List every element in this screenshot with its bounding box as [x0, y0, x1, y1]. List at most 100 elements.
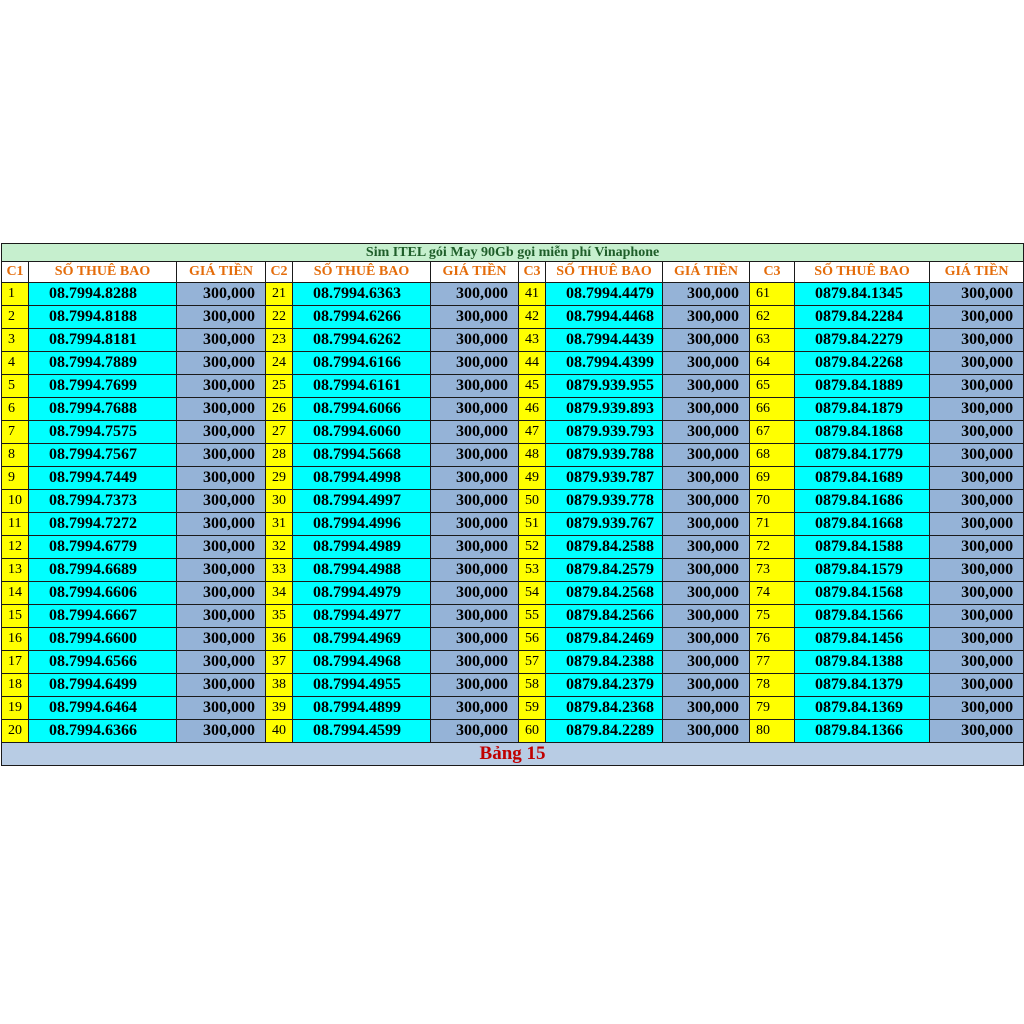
table-row: 9 08.7994.7449 300,000 29 08.7994.4998 300,00… — [1, 466, 1024, 490]
price-cell: 300,000 — [176, 282, 266, 306]
row-index: 20 — [1, 719, 29, 743]
phone-number: 08.7994.4899 — [292, 696, 431, 720]
row-index: 54 — [518, 581, 546, 605]
price-cell: 300,000 — [430, 581, 519, 605]
phone-number: 0879.84.2566 — [545, 604, 663, 628]
row-index: 18 — [1, 673, 29, 697]
price-cell: 300,000 — [662, 328, 750, 352]
row-index: 4 — [1, 351, 29, 375]
row-index: 48 — [518, 443, 546, 467]
row-index: 15 — [1, 604, 29, 628]
price-cell: 300,000 — [430, 558, 519, 582]
row-index: 52 — [518, 535, 546, 559]
price-cell: 300,000 — [430, 466, 519, 490]
footer-row: Bảng 15 — [0, 742, 1024, 766]
price-cell: 300,000 — [430, 351, 519, 375]
row-index: 79 — [749, 696, 795, 720]
price-cell: 300,000 — [928, 627, 1024, 651]
row-index: 62 — [749, 305, 795, 329]
price-cell: 300,000 — [662, 282, 750, 306]
row-index: 26 — [265, 397, 293, 421]
table-row: 4 08.7994.7889 300,000 24 08.7994.6166 300,00… — [1, 351, 1024, 375]
price-cell: 300,000 — [928, 512, 1024, 536]
price-sheet: Sim ITEL gói May 90Gb gọi miễn phí Vinap… — [0, 243, 1024, 766]
price-cell: 300,000 — [430, 604, 519, 628]
phone-number: 0879.84.1668 — [794, 512, 930, 536]
price-cell: 300,000 — [176, 466, 266, 490]
price-cell: 300,000 — [662, 374, 750, 398]
phone-number: 0879.84.2579 — [545, 558, 663, 582]
row-index: 47 — [518, 420, 546, 444]
row-index: 51 — [518, 512, 546, 536]
table-row: 11 08.7994.7272 300,000 31 08.7994.4996 300,0… — [1, 512, 1024, 536]
phone-number: 08.7994.6060 — [292, 420, 431, 444]
price-cell: 300,000 — [176, 604, 266, 628]
row-index: 63 — [749, 328, 795, 352]
row-index: 2 — [1, 305, 29, 329]
price-cell: 300,000 — [430, 650, 519, 674]
column-header-number: SỐ THUÊ BAO — [794, 261, 930, 283]
phone-number: 08.7994.6366 — [28, 719, 177, 743]
column-header-price: GIÁ TIỀN — [662, 261, 750, 283]
row-index: 8 — [1, 443, 29, 467]
phone-number: 0879.84.1456 — [794, 627, 930, 651]
row-index: 56 — [518, 627, 546, 651]
phone-number: 0879.939.787 — [545, 466, 663, 490]
price-cell: 300,000 — [662, 512, 750, 536]
phone-number: 08.7994.4996 — [292, 512, 431, 536]
price-cell: 300,000 — [430, 397, 519, 421]
price-cell: 300,000 — [928, 604, 1024, 628]
price-cell: 300,000 — [928, 489, 1024, 513]
column-group-label: C2 — [265, 261, 293, 283]
phone-number: 08.7994.7567 — [28, 443, 177, 467]
price-cell: 300,000 — [176, 489, 266, 513]
row-index: 74 — [749, 581, 795, 605]
phone-number: 0879.84.2284 — [794, 305, 930, 329]
price-cell: 300,000 — [928, 673, 1024, 697]
price-cell: 300,000 — [430, 374, 519, 398]
column-header-price: GIÁ TIỀN — [928, 261, 1024, 283]
row-index: 57 — [518, 650, 546, 674]
price-cell: 300,000 — [176, 558, 266, 582]
row-index: 46 — [518, 397, 546, 421]
price-cell: 300,000 — [662, 650, 750, 674]
price-cell: 300,000 — [176, 512, 266, 536]
price-cell: 300,000 — [662, 604, 750, 628]
row-index: 76 — [749, 627, 795, 651]
phone-number: 08.7994.8181 — [28, 328, 177, 352]
phone-number: 08.7994.6363 — [292, 282, 431, 306]
table-row: 2 08.7994.8188 300,000 22 08.7994.6266 300,00… — [1, 305, 1024, 329]
price-cell: 300,000 — [176, 627, 266, 651]
phone-number: 0879.84.1779 — [794, 443, 930, 467]
price-cell: 300,000 — [176, 535, 266, 559]
price-cell: 300,000 — [176, 351, 266, 375]
phone-number: 08.7994.7272 — [28, 512, 177, 536]
row-index: 1 — [1, 282, 29, 306]
price-cell: 300,000 — [662, 627, 750, 651]
phone-number: 08.7994.6161 — [292, 374, 431, 398]
table-row: 15 08.7994.6667 300,000 35 08.7994.4977 300,0… — [1, 604, 1024, 628]
phone-number: 0879.84.2588 — [545, 535, 663, 559]
phone-number: 08.7994.4439 — [545, 328, 663, 352]
row-index: 11 — [1, 512, 29, 536]
phone-number: 0879.939.778 — [545, 489, 663, 513]
phone-number: 08.7994.4997 — [292, 489, 431, 513]
row-index: 13 — [1, 558, 29, 582]
row-index: 41 — [518, 282, 546, 306]
price-cell: 300,000 — [430, 535, 519, 559]
row-index: 16 — [1, 627, 29, 651]
table-row: 5 08.7994.7699 300,000 25 08.7994.6161 300,00… — [1, 374, 1024, 398]
price-cell: 300,000 — [928, 420, 1024, 444]
price-cell: 300,000 — [176, 650, 266, 674]
row-index: 44 — [518, 351, 546, 375]
row-index: 32 — [265, 535, 293, 559]
table-row: 16 08.7994.6600 300,000 36 08.7994.4969 300,0… — [1, 627, 1024, 651]
row-index: 9 — [1, 466, 29, 490]
phone-number: 08.7994.4998 — [292, 466, 431, 490]
row-index: 19 — [1, 696, 29, 720]
row-index: 53 — [518, 558, 546, 582]
table-row: 10 08.7994.7373 300,000 30 08.7994.4997 300,0… — [1, 489, 1024, 513]
price-cell: 300,000 — [430, 282, 519, 306]
sheet-title: Sim ITEL gói May 90Gb gọi miễn phí Vinap… — [0, 243, 1024, 262]
table-row: 7 08.7994.7575 300,000 27 08.7994.6060 300,00… — [1, 420, 1024, 444]
